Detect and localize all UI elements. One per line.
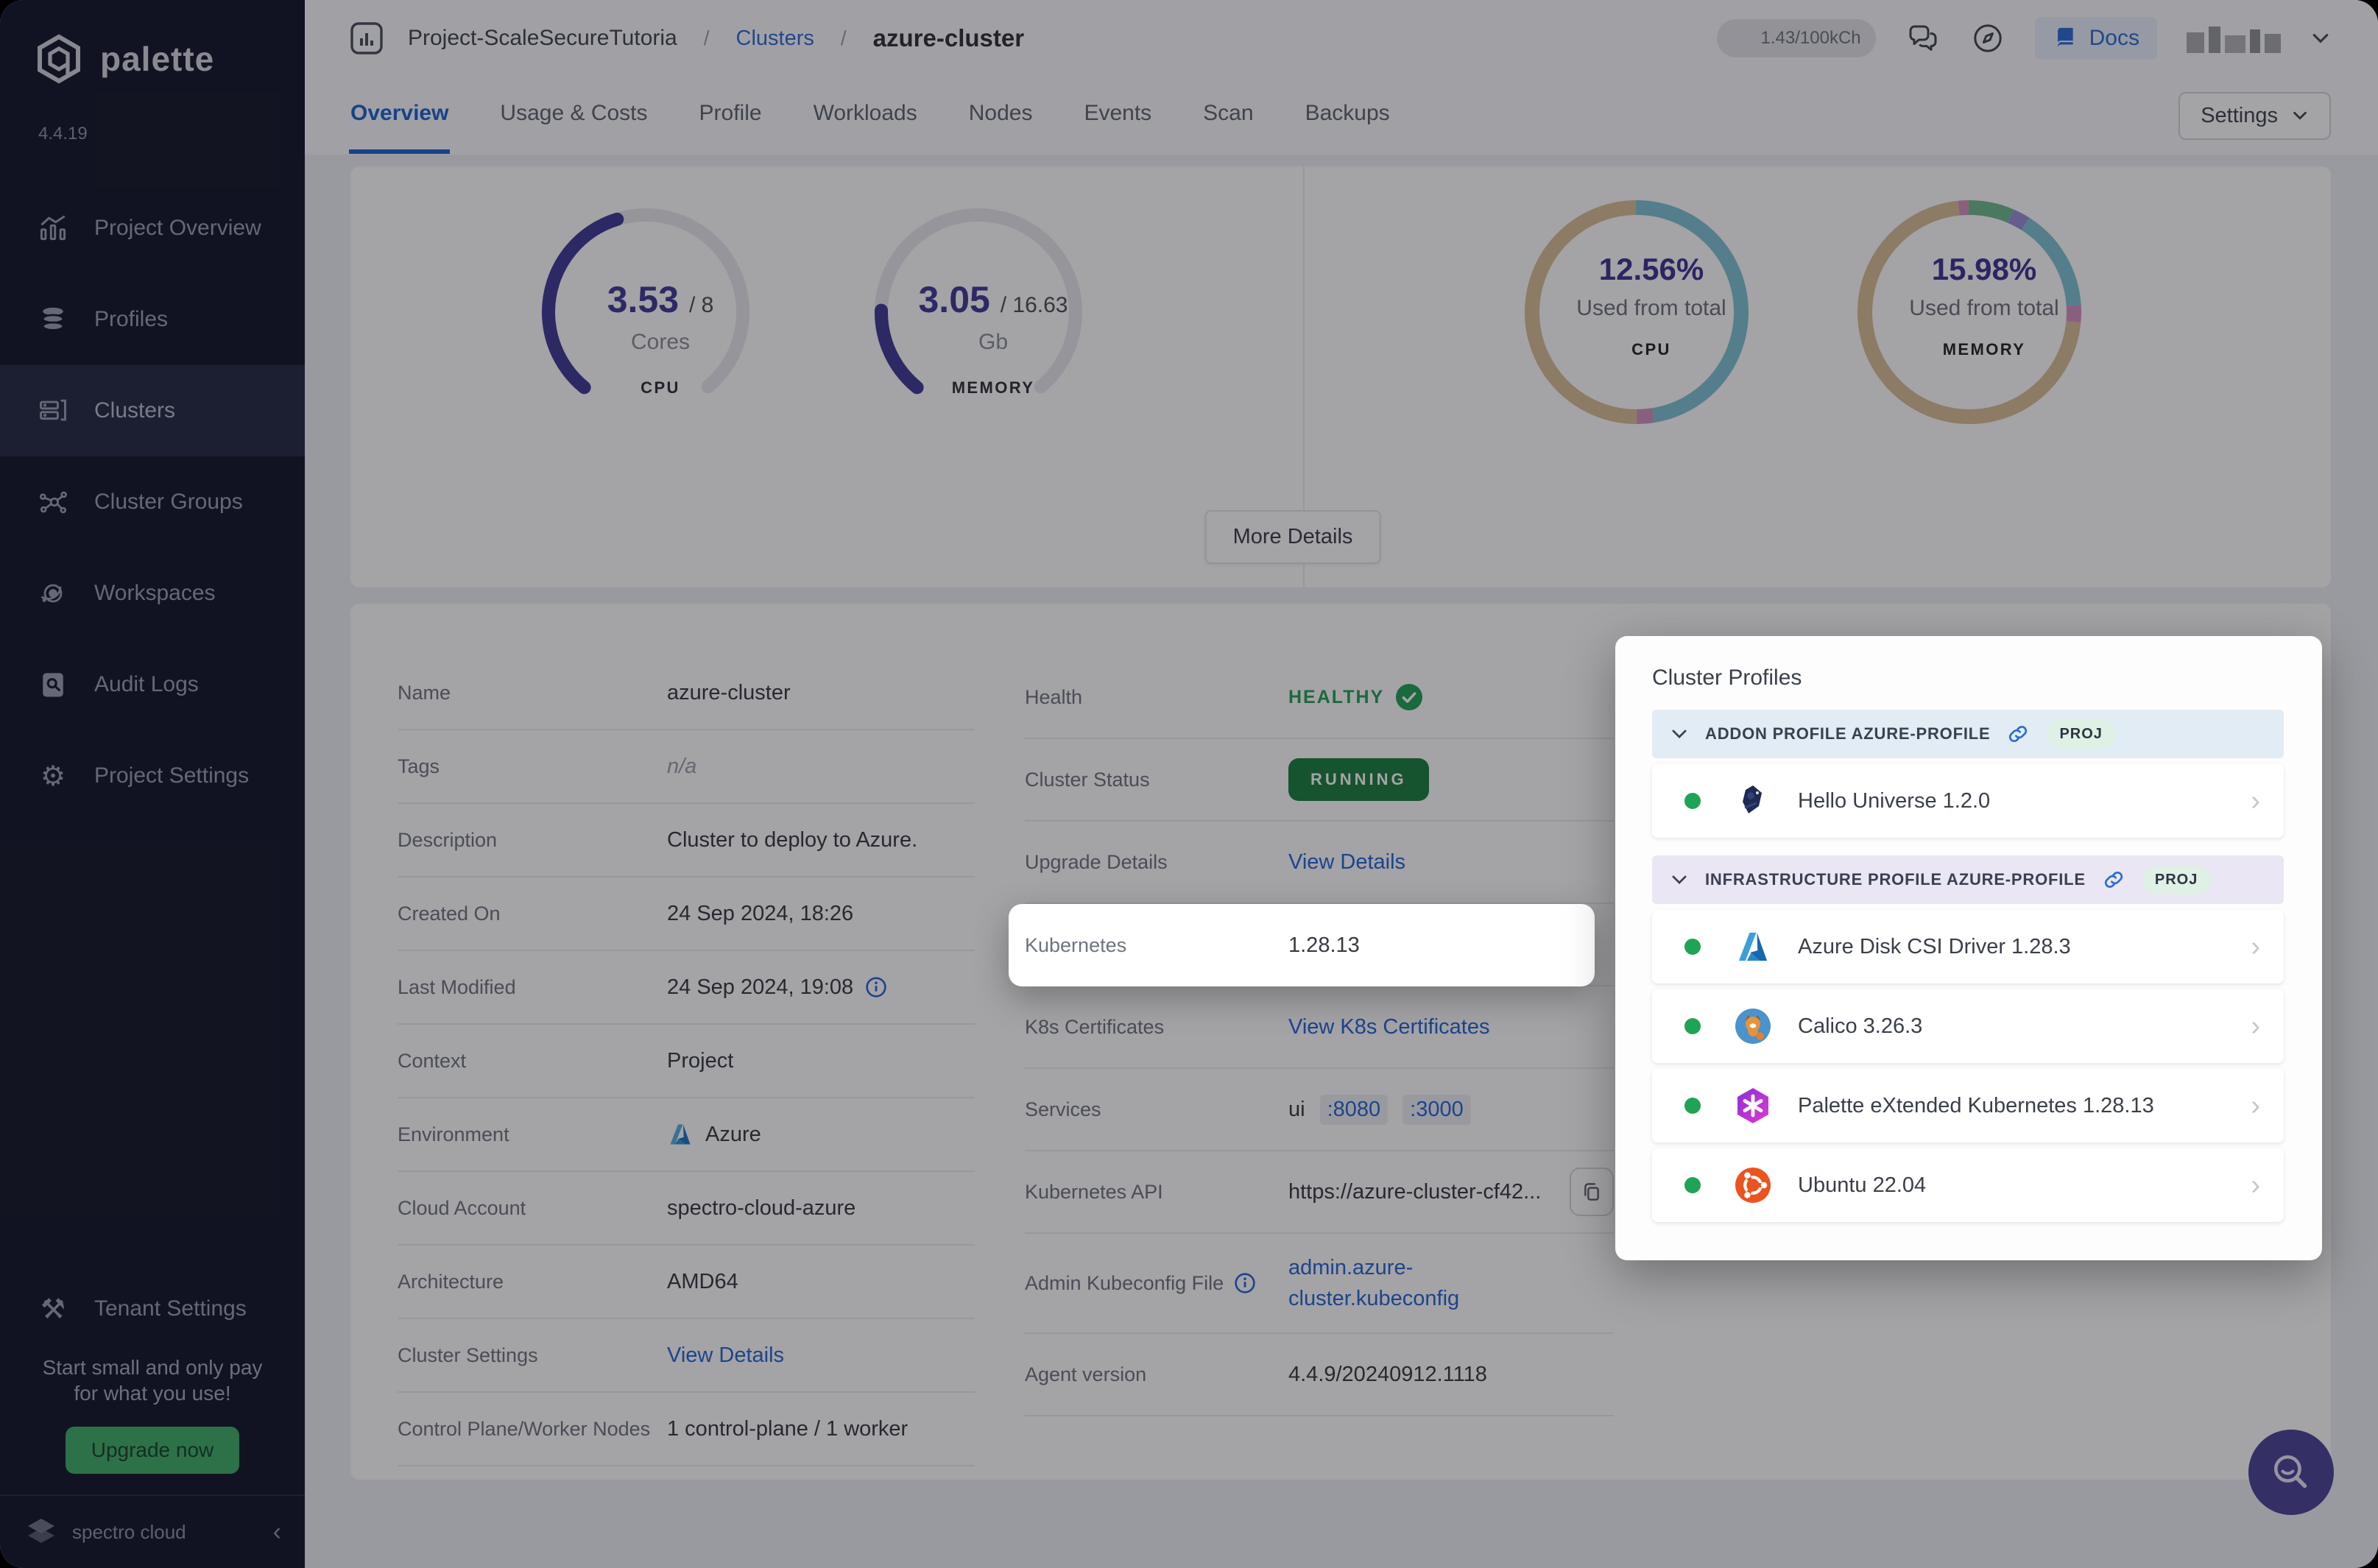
proj-scope-badge: PROJ [2046,719,2116,749]
profile-layer-ubuntu[interactable]: Ubuntu 22.04 › [1652,1148,2284,1222]
chevron-down-icon [1672,730,1687,739]
proj-scope-badge: PROJ [2141,865,2212,894]
status-dot-icon [1684,1098,1701,1114]
link-icon [2009,725,2028,743]
chevron-right-icon: › [2251,785,2260,816]
status-dot-icon [1684,793,1701,809]
pxk-icon [1733,1086,1773,1126]
cluster-profiles-title: Cluster Profiles [1652,665,1802,690]
calico-icon [1733,1006,1773,1046]
profile-layer-azure-disk-csi[interactable]: Azure Disk CSI Driver 1.28.3 › [1652,910,2284,983]
status-dot-icon [1684,939,1701,955]
chevron-right-icon: › [2251,1010,2260,1042]
chevron-right-icon: › [2251,1169,2260,1201]
cluster-profiles-panel: Cluster Profiles ADDON PROFILE AZURE-PRO… [1615,636,2322,1260]
addon-profile-section-header[interactable]: ADDON PROFILE AZURE-PROFILE PROJ [1652,710,2284,758]
profile-layer-hello-universe[interactable]: Hello Universe 1.2.0 › [1652,764,2284,838]
profile-layer-palette-extended-kubernetes[interactable]: Palette eXtended Kubernetes 1.28.13 › [1652,1069,2284,1143]
app-window: palette 4.4.19 Project Overview Profiles… [0,0,2378,1568]
azure-disk-csi-icon [1733,927,1773,967]
kubernetes-version-spotlight: Kubernetes 1.28.13 [1009,904,1595,986]
profile-layer-calico[interactable]: Calico 3.26.3 › [1652,989,2284,1063]
hello-universe-icon [1733,781,1773,821]
status-dot-icon [1684,1177,1701,1193]
infrastructure-profile-section-header[interactable]: INFRASTRUCTURE PROFILE AZURE-PROFILE PRO… [1652,855,2284,904]
chevron-right-icon: › [2251,930,2260,962]
chevron-right-icon: › [2251,1090,2260,1121]
ubuntu-icon [1733,1165,1773,1205]
chevron-down-icon [1672,875,1687,885]
link-icon [2104,871,2123,889]
status-dot-icon [1684,1018,1701,1034]
